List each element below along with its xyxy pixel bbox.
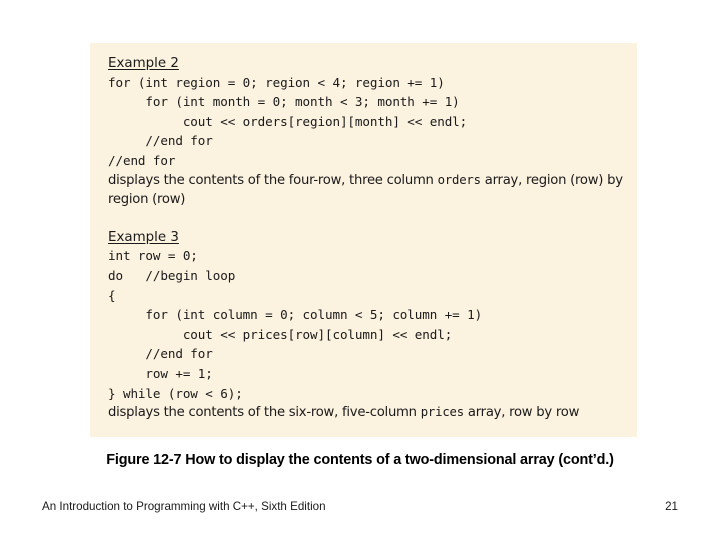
example3-code-line-4: for (int column = 0; column < 5; column … [108, 307, 483, 323]
example3-code-line-6: //end for [108, 346, 213, 362]
example3-description-pre: displays the contents of the six-row, fi… [108, 405, 421, 421]
footer-page-number: 21 [665, 500, 678, 513]
example3-code-line-3: { [108, 287, 116, 303]
example2-code-line-2: for (int month = 0; month < 3; month += … [108, 94, 460, 110]
example2-code-line-1: for (int region = 0; region < 4; region … [108, 74, 445, 90]
example3-code-line-2: do //begin loop [108, 267, 236, 283]
example2-code-line-5: //end for [108, 152, 176, 168]
figure-panel: Example 2 for (int region = 0; region < … [90, 43, 637, 437]
example3-code-line-8: } while (row < 6); [108, 385, 243, 401]
example2-code-line-3: cout << orders[region][month] << endl; [108, 113, 468, 129]
example3-description: displays the contents of the six-row, fi… [108, 403, 623, 423]
example3-code-line-5: cout << prices[row][column] << endl; [108, 326, 453, 342]
slide-footer: An Introduction to Programming with C++,… [42, 500, 678, 513]
example3-code-line-7: row += 1; [108, 365, 213, 381]
example3-description-array-name: prices [420, 405, 464, 420]
figure-caption: Figure 12-7 How to display the contents … [106, 452, 614, 468]
example3-code-line-1: int row = 0; [108, 248, 198, 264]
example2-description-array-name: orders [437, 172, 481, 187]
example2-heading-row: Example 2 [108, 53, 623, 73]
footer-book-title: An Introduction to Programming with C++,… [42, 500, 326, 513]
example2-heading: Example 2 [108, 56, 179, 71]
example2-description-pre: displays the contents of the four-row, t… [108, 172, 438, 188]
example3-heading-row: Example 3 [108, 227, 623, 247]
example3-description-post: array, row by row [463, 405, 580, 421]
slide-canvas: Example 2 for (int region = 0; region < … [0, 0, 720, 540]
example2-description: displays the contents of the four-row, t… [108, 171, 623, 210]
example3-heading: Example 3 [108, 229, 179, 245]
example2-code-line-4: //end for [108, 133, 213, 149]
